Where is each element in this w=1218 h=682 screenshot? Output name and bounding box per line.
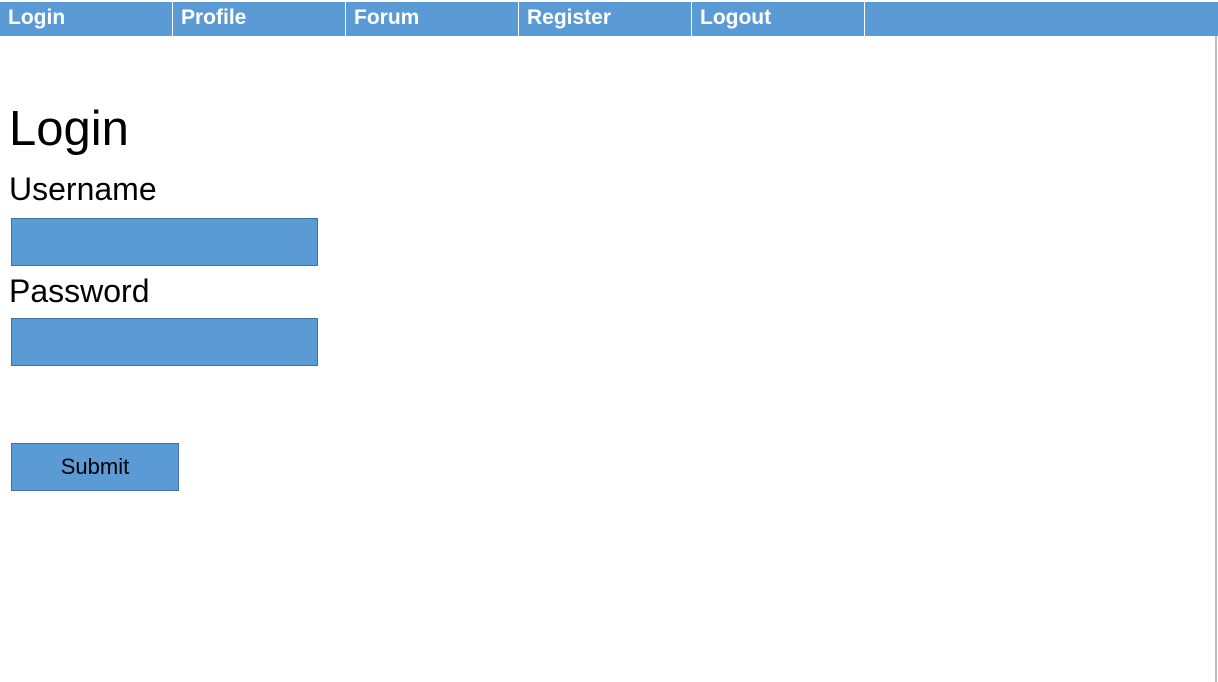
submit-button[interactable]: Submit xyxy=(11,443,179,491)
nav-item-forum[interactable]: Forum xyxy=(346,2,519,36)
top-nav-bar: Login Profile Forum Register Logout xyxy=(0,2,1218,36)
username-label: Username xyxy=(9,171,157,207)
nav-item-register[interactable]: Register xyxy=(519,2,692,36)
nav-item-profile[interactable]: Profile xyxy=(173,2,346,36)
page-right-border xyxy=(1215,36,1217,682)
username-input[interactable] xyxy=(11,218,318,266)
page: Login Profile Forum Register Logout Logi… xyxy=(0,0,1218,682)
nav-bar-filler xyxy=(865,2,1218,36)
password-label: Password xyxy=(9,273,150,309)
password-input[interactable] xyxy=(11,318,318,366)
page-title: Login xyxy=(9,102,129,156)
nav-item-logout[interactable]: Logout xyxy=(692,2,865,36)
nav-item-login[interactable]: Login xyxy=(0,2,173,36)
